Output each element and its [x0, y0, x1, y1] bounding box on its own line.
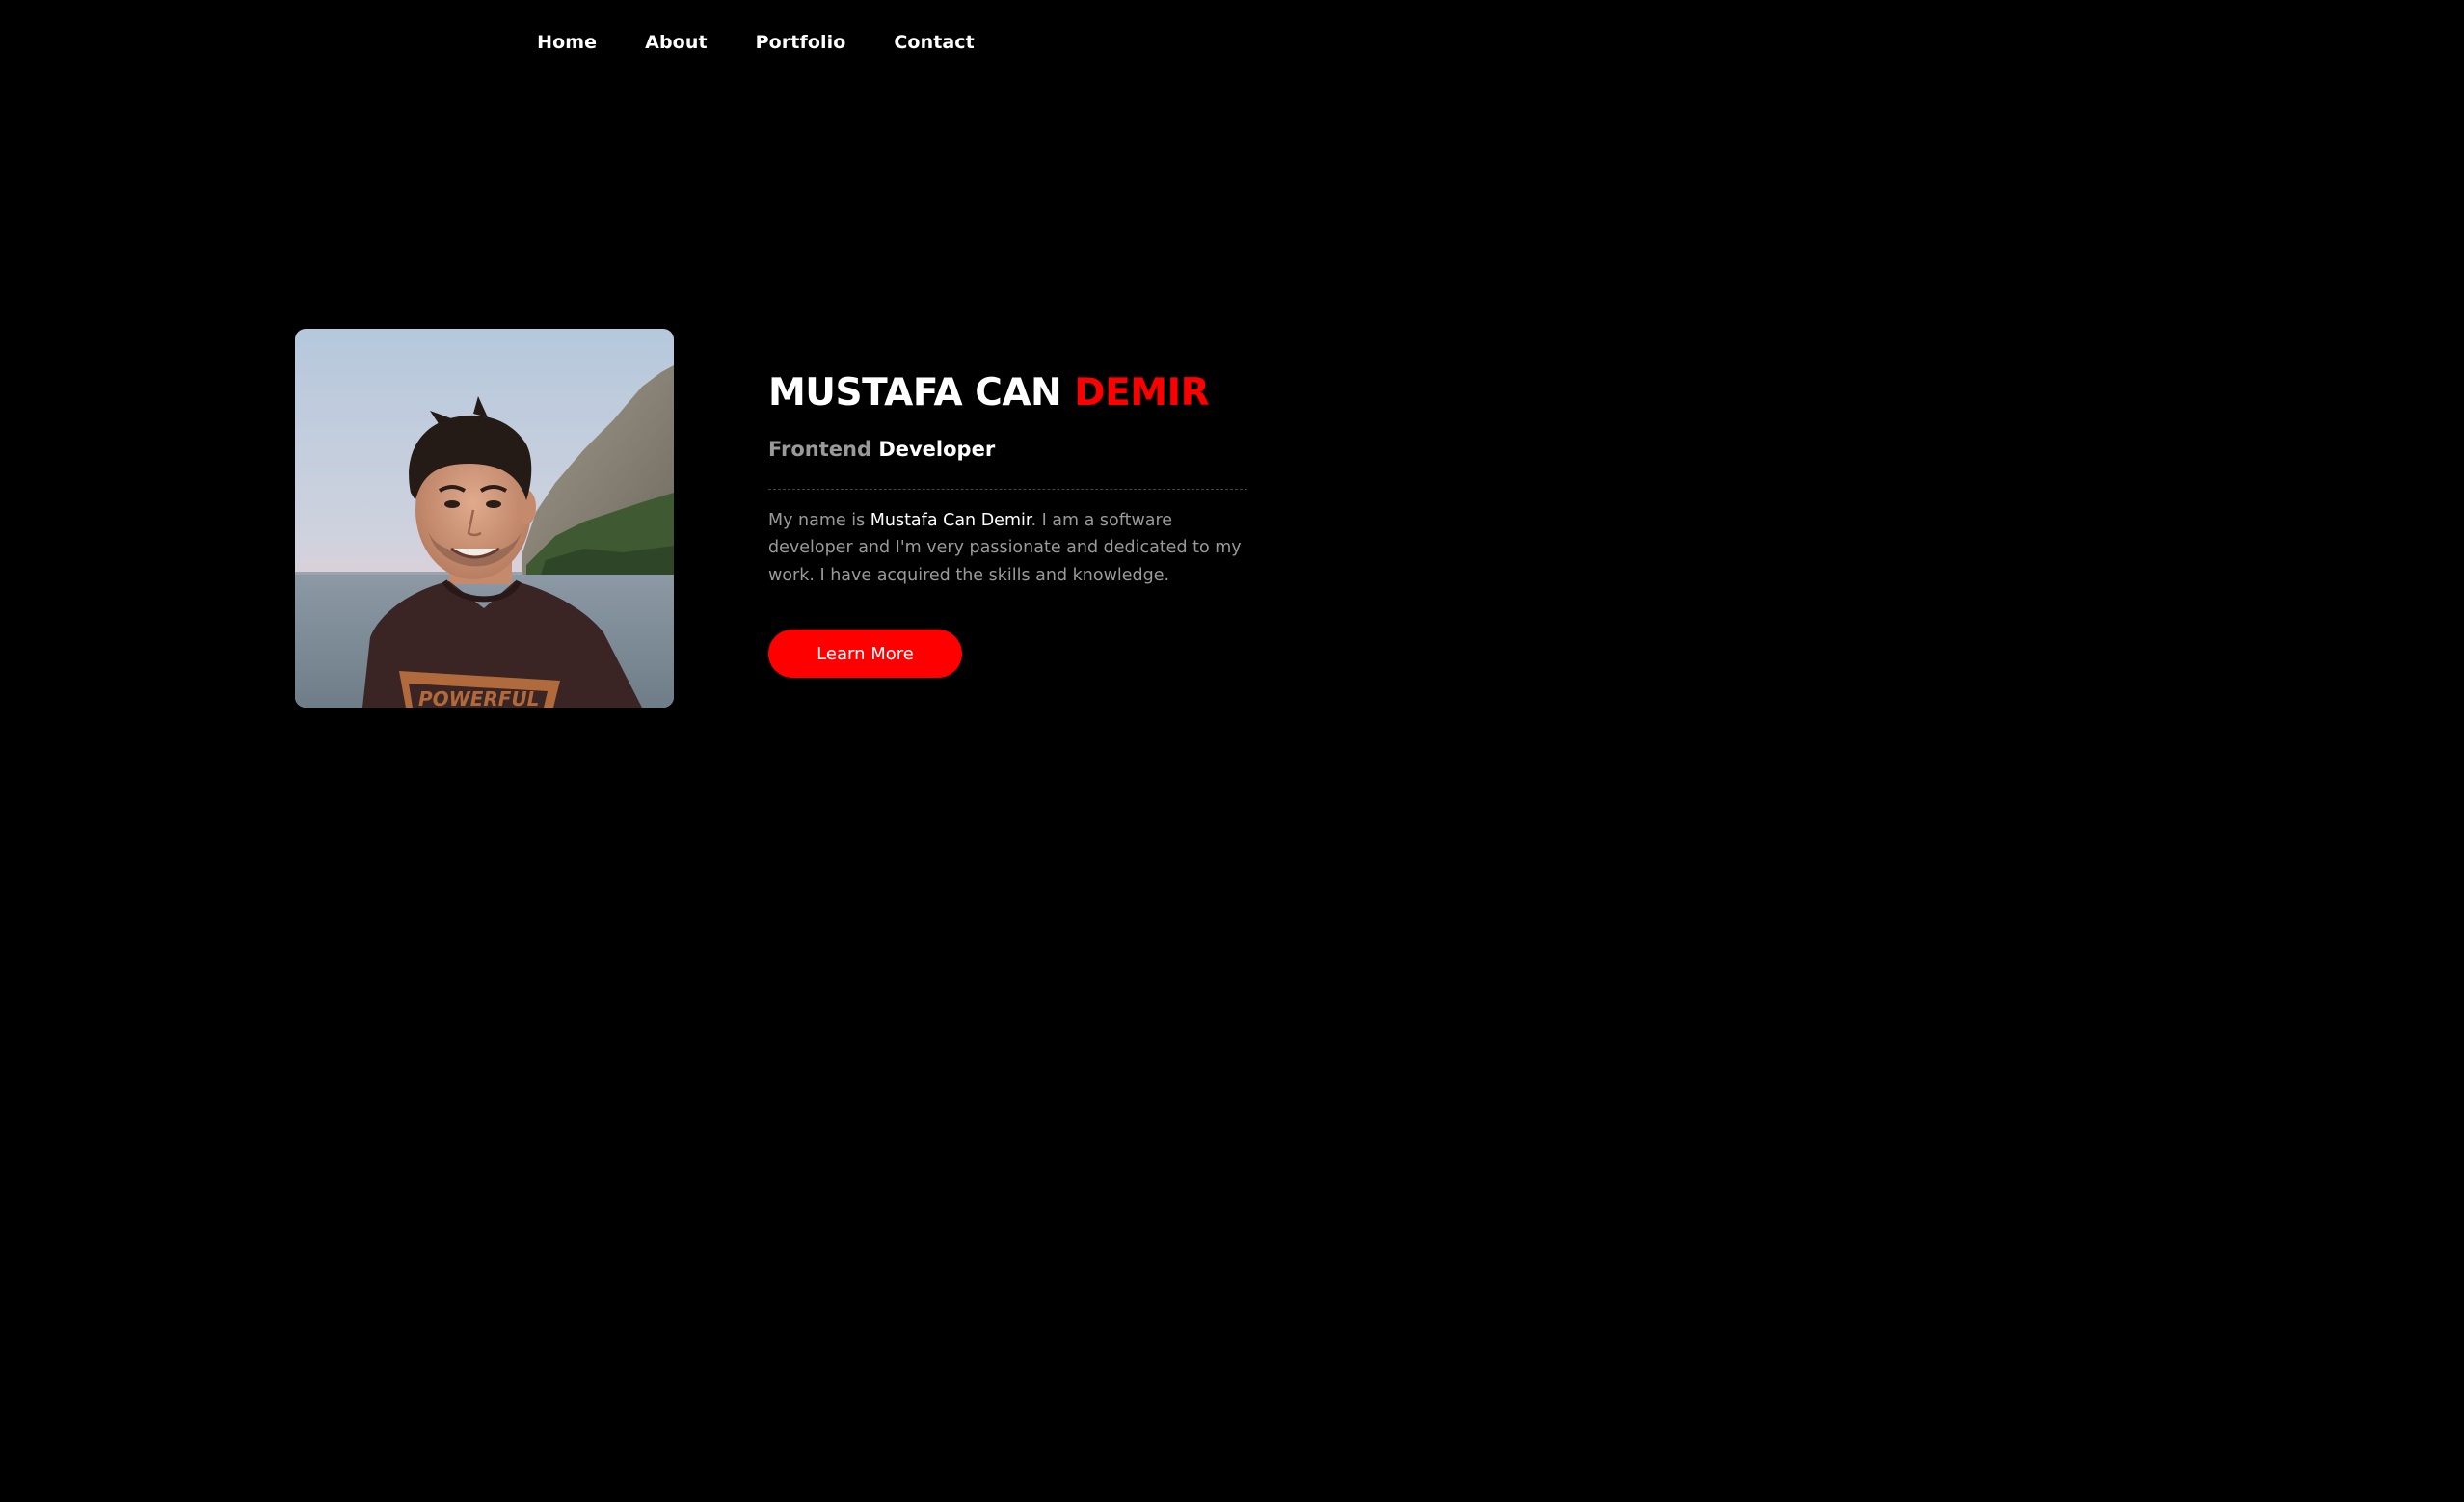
profile-photo: POWERFUL — [295, 329, 674, 708]
shirt-print-text: POWERFUL — [418, 687, 539, 708]
hero-bio-highlight: Mustafa Can Demir — [870, 511, 1031, 530]
nav-link-about[interactable]: About — [645, 32, 707, 53]
nav-link-home[interactable]: Home — [537, 32, 597, 53]
top-nav: Home About Portfolio Contact — [0, 0, 1512, 85]
hero-bio-prefix: My name is — [768, 511, 870, 530]
divider — [768, 489, 1247, 490]
learn-more-button[interactable]: Learn More — [768, 630, 962, 678]
hero-name: MUSTAFA CAN DEMIR — [768, 366, 1250, 420]
nav-link-portfolio[interactable]: Portfolio — [756, 32, 846, 53]
hero-role-muted: Frontend — [768, 438, 871, 461]
hero-name-first: MUSTAFA CAN — [768, 371, 1062, 415]
hero-bio: My name is Mustafa Can Demir. I am a sof… — [768, 507, 1250, 589]
hero-role-strong: Developer — [878, 438, 996, 461]
nav-link-contact[interactable]: Contact — [894, 32, 974, 53]
hero-role: Frontend Developer — [768, 436, 1250, 463]
hero-info: MUSTAFA CAN DEMIR Frontend Developer My … — [768, 366, 1250, 606]
hero-name-last: DEMIR — [1074, 371, 1210, 415]
